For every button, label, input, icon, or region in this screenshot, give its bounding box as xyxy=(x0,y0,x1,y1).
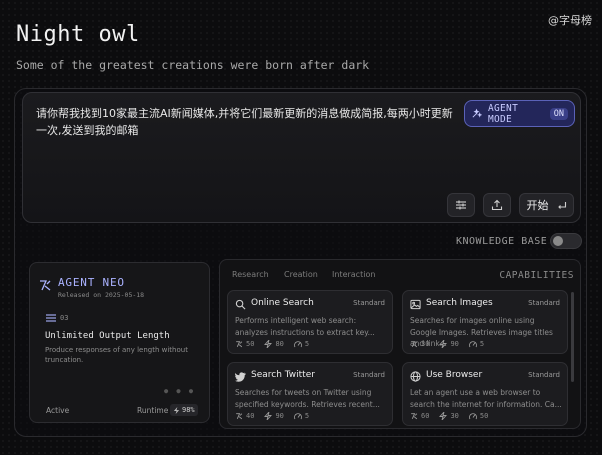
sparkle-icon xyxy=(472,108,482,118)
capability-card-search-images[interactable]: Search Images Standard Searches for imag… xyxy=(402,290,568,354)
stat-value: 50 xyxy=(479,412,489,420)
agent-logo-icon xyxy=(411,341,418,348)
bolt-icon xyxy=(439,340,448,348)
start-button[interactable]: 开始 xyxy=(519,193,574,217)
tab-interaction[interactable]: Interaction xyxy=(332,270,375,279)
capability-description: Searches for tweets on Twitter using spe… xyxy=(235,388,380,409)
knowledge-base-label: KNOWLEDGE BASE xyxy=(456,236,548,247)
capability-card-online-search[interactable]: Online Search Standard Performs intellig… xyxy=(227,290,393,354)
feature-title: Unlimited Output Length xyxy=(45,331,170,341)
start-button-label: 开始 xyxy=(526,199,549,212)
upload-icon xyxy=(491,199,503,211)
agent-status: Active xyxy=(46,406,70,415)
prompt-input[interactable]: 请你帮我找到10家最主流AI新闻媒体,并将它们最新更新的消息做成简报,每两小时更… xyxy=(36,106,454,139)
gauge-icon xyxy=(293,413,302,420)
capability-description: Let an agent use a web browser to search… xyxy=(410,388,562,409)
agent-logo-icon xyxy=(236,341,243,348)
capability-stats: 40 90 5 xyxy=(235,412,309,420)
bolt-icon xyxy=(264,340,273,348)
capability-badge: Standard xyxy=(528,371,560,379)
capability-badge: Standard xyxy=(353,299,385,307)
capability-stats: 30 90 5 xyxy=(410,340,484,348)
gauge-icon xyxy=(468,413,477,420)
capabilities-panel: Research Creation Interaction CAPABILITI… xyxy=(219,259,581,429)
gauge-icon xyxy=(293,341,302,348)
agent-card[interactable]: AGENT NEO Released on 2025-05-18 03 Unli… xyxy=(29,262,210,423)
capability-title: Online Search xyxy=(251,298,314,308)
list-icon xyxy=(46,314,56,322)
carousel-dots[interactable]: ● ● ● xyxy=(164,387,195,395)
feature-description: Produce responses of any length without … xyxy=(45,346,188,364)
watermark: @字母榜 xyxy=(548,14,592,27)
bolt-icon xyxy=(173,406,180,414)
agent-mode-state-badge: ON xyxy=(549,107,568,120)
capabilities-scrollbar[interactable] xyxy=(571,292,574,382)
stat-value: 60 xyxy=(421,412,430,420)
gauge-icon xyxy=(468,341,477,348)
runtime-label: Runtime xyxy=(137,406,169,415)
agent-logo-icon xyxy=(236,413,243,420)
toggle-knob xyxy=(553,236,563,246)
page-subtitle: Some of the greatest creations were born… xyxy=(16,58,370,72)
page-title: Night owl xyxy=(16,22,140,47)
capability-badge: Standard xyxy=(353,371,385,379)
prompt-box[interactable]: 请你帮我找到10家最主流AI新闻媒体,并将它们最新更新的消息做成简报,每两小时更… xyxy=(22,92,581,223)
capability-stats: 60 30 50 xyxy=(410,412,488,420)
runtime-value: 98% xyxy=(182,406,195,414)
search-icon xyxy=(235,299,246,310)
capability-title: Use Browser xyxy=(426,370,483,380)
agent-release-date: Released on 2025-05-18 xyxy=(58,291,145,299)
stat-value: 90 xyxy=(450,340,459,348)
bolt-icon xyxy=(439,412,448,420)
runtime-badge: 98% xyxy=(170,404,198,416)
agent-logo-icon xyxy=(411,413,418,420)
stat-value: 40 xyxy=(246,412,255,420)
knowledge-base-toggle[interactable] xyxy=(550,233,582,249)
twitter-icon xyxy=(235,372,246,382)
capabilities-label: CAPABILITIES xyxy=(499,270,574,281)
stat-value: 5 xyxy=(479,340,485,348)
image-icon xyxy=(410,299,421,310)
enter-icon xyxy=(557,202,566,209)
agent-mode-label: AGENT MODE xyxy=(488,102,519,125)
sliders-icon xyxy=(456,200,466,210)
feature-number: 03 xyxy=(60,314,69,322)
tab-research[interactable]: Research xyxy=(232,270,269,279)
globe-icon xyxy=(410,371,421,382)
stat-value: 5 xyxy=(304,340,310,348)
stat-value: 30 xyxy=(421,340,430,348)
stat-value: 90 xyxy=(275,412,284,420)
bolt-icon xyxy=(264,412,273,420)
agent-logo-icon xyxy=(40,280,51,291)
agent-name: AGENT NEO xyxy=(58,276,125,289)
capability-badge: Standard xyxy=(528,299,560,307)
upload-button[interactable] xyxy=(483,193,511,217)
capability-stats: 50 80 5 xyxy=(235,340,309,348)
tab-creation[interactable]: Creation xyxy=(284,270,318,279)
stat-value: 5 xyxy=(304,412,310,420)
capability-title: Search Twitter xyxy=(251,370,315,380)
capability-title: Search Images xyxy=(426,298,493,308)
capability-card-use-browser[interactable]: Use Browser Standard Let an agent use a … xyxy=(402,362,568,426)
stat-value: 80 xyxy=(275,340,284,348)
stat-value: 50 xyxy=(246,340,255,348)
capability-card-search-twitter[interactable]: Search Twitter Standard Searches for twe… xyxy=(227,362,393,426)
capability-description: Performs intelligent web search: analyze… xyxy=(235,316,375,337)
agent-mode-toggle[interactable]: AGENT MODE ON xyxy=(464,100,575,127)
settings-sliders-button[interactable] xyxy=(447,193,475,217)
stat-value: 30 xyxy=(450,412,459,420)
